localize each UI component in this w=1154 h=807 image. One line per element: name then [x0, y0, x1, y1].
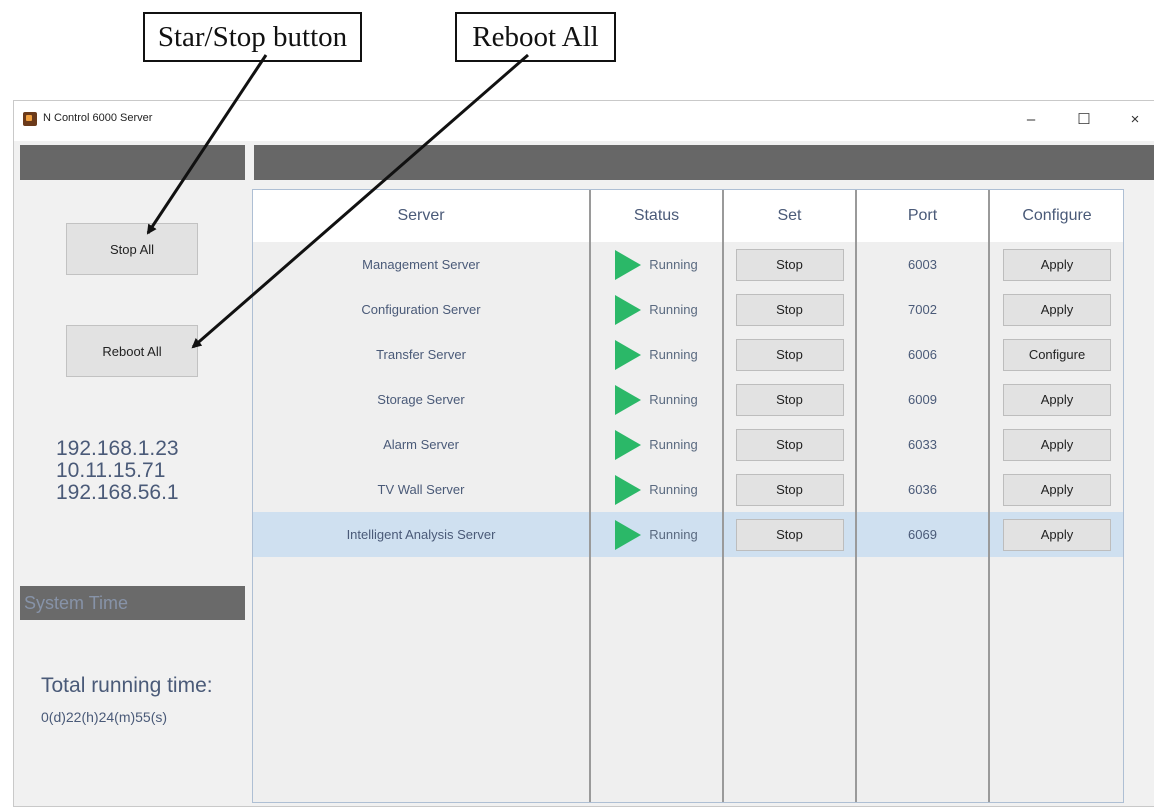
arrow-to-stop-all — [146, 54, 268, 235]
annotation-arrows — [146, 53, 529, 349]
arrow-to-reboot-all — [191, 53, 529, 349]
